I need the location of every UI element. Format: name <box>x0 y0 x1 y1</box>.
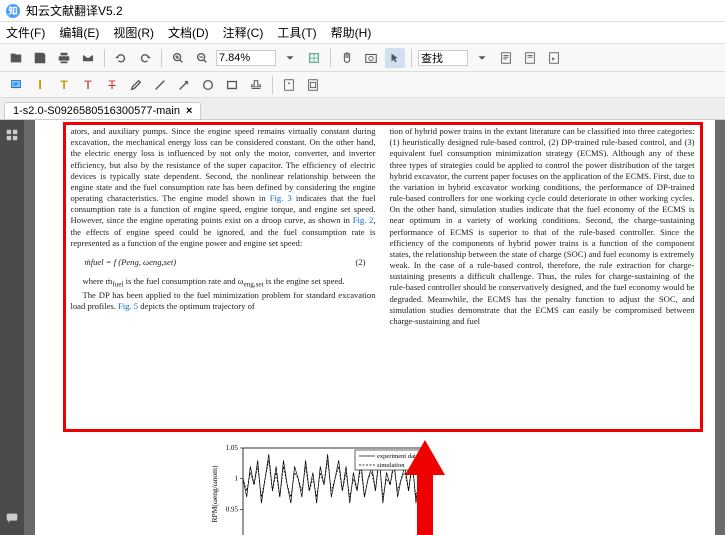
app-icon: 知 <box>6 4 20 18</box>
separator <box>330 49 331 67</box>
print-button[interactable] <box>54 48 74 68</box>
menubar: 文件(F) 编辑(E) 视图(R) 文档(D) 注释(C) 工具(T) 帮助(H… <box>0 22 725 44</box>
menu-help[interactable]: 帮助(H) <box>331 24 372 41</box>
menu-view[interactable]: 视图(R) <box>113 24 154 41</box>
document-tab[interactable]: 1-s2.0-S0926580516300577-main × <box>4 102 201 119</box>
separator <box>104 49 105 67</box>
fig5-link[interactable]: Fig. 5 <box>118 301 138 311</box>
snapshot-button[interactable] <box>361 48 381 68</box>
menu-file[interactable]: 文件(F) <box>6 24 45 41</box>
body-text: is the fuel consumption rate and ω <box>123 276 243 286</box>
separator <box>411 49 412 67</box>
tab-close-button[interactable]: × <box>186 105 192 117</box>
save-button[interactable] <box>30 48 50 68</box>
annotation-arrow <box>405 440 445 535</box>
menu-edit[interactable]: 编辑(E) <box>59 24 99 41</box>
body-text: where ṁ <box>83 276 113 286</box>
body-text: is the engine set speed. <box>264 276 345 286</box>
page-prev-button[interactable] <box>496 48 516 68</box>
svg-text:1.05: 1.05 <box>225 444 238 452</box>
body-text: depicts the optimum trajectory of <box>138 301 255 311</box>
line-tool-button[interactable] <box>150 75 170 95</box>
separator <box>161 49 162 67</box>
strikeout-button[interactable]: T <box>102 75 122 95</box>
subscript: eng,set <box>243 281 263 289</box>
left-column: ators, and auxiliary pumps. Since the en… <box>71 126 376 327</box>
document-area[interactable]: ators, and auxiliary pumps. Since the en… <box>24 120 725 535</box>
open-button[interactable] <box>6 48 26 68</box>
body-text: ators, and auxiliary pumps. Since the en… <box>71 126 376 203</box>
zoom-out-button[interactable] <box>192 48 212 68</box>
menu-tools[interactable]: 工具(T) <box>277 24 316 41</box>
svg-text:0.95: 0.95 <box>225 505 238 513</box>
equation-line: ṁfuel = f (Peng, ωeng,set) (2) <box>71 257 376 268</box>
zoom-dropdown-button[interactable] <box>280 48 300 68</box>
sidebar <box>0 120 24 535</box>
zoom-in-button[interactable] <box>168 48 188 68</box>
arrow-tool-button[interactable] <box>174 75 194 95</box>
goto-page-button[interactable] <box>544 48 564 68</box>
body-text: tion of hybrid power trains in the extan… <box>390 126 695 326</box>
circle-tool-button[interactable] <box>198 75 218 95</box>
email-button[interactable] <box>78 48 98 68</box>
fig3-link[interactable]: Fig. 3 <box>270 193 292 203</box>
hand-tool-button[interactable] <box>337 48 357 68</box>
note-tool-button[interactable] <box>6 75 26 95</box>
separator <box>272 76 273 94</box>
zoom-select[interactable] <box>216 50 276 66</box>
svg-text:RPM(ωeng/ωnom): RPM(ωeng/ωnom) <box>210 465 219 522</box>
rotate-left-button[interactable] <box>111 48 131 68</box>
text-select-button[interactable]: I <box>30 75 50 95</box>
svg-text:simulation: simulation <box>377 462 405 469</box>
page-next-button[interactable] <box>520 48 540 68</box>
tabbar: 1-s2.0-S0926580516300577-main × <box>0 98 725 120</box>
menu-annotate[interactable]: 注释(C) <box>223 24 264 41</box>
select-tool-button[interactable] <box>385 48 405 68</box>
titlebar: 知 知云文献翻译V5.2 <box>0 0 725 22</box>
comments-button[interactable] <box>3 509 21 527</box>
pencil-tool-button[interactable] <box>126 75 146 95</box>
text-tool-button[interactable]: T <box>78 75 98 95</box>
equation-number: (2) <box>355 257 365 268</box>
app-title: 知云文献翻译V5.2 <box>26 2 123 19</box>
fig2-link[interactable]: Fig. 2 <box>353 215 374 225</box>
toolbar-main <box>0 44 725 72</box>
thumbnails-button[interactable] <box>3 126 21 144</box>
rect-tool-button[interactable] <box>222 75 242 95</box>
attach-button[interactable] <box>279 75 299 95</box>
equation: ṁfuel = f (Peng, ωeng,set) <box>85 257 177 268</box>
tab-label: 1-s2.0-S0926580516300577-main <box>13 105 180 117</box>
workspace: ators, and auxiliary pumps. Since the en… <box>0 120 725 535</box>
highlight-button[interactable]: T <box>54 75 74 95</box>
pdf-page: ators, and auxiliary pumps. Since the en… <box>35 120 715 535</box>
engine-speed-chart: 00.20.40.60.810.90.9511.05experiment dat… <box>205 440 435 535</box>
fit-page-button[interactable] <box>304 48 324 68</box>
menu-document[interactable]: 文档(D) <box>168 24 209 41</box>
rotate-right-button[interactable] <box>135 48 155 68</box>
stamp-tool-button[interactable] <box>246 75 266 95</box>
right-column: tion of hybrid power trains in the extan… <box>390 126 695 327</box>
toolbar-annotate: I T T T <box>0 72 725 98</box>
link-button[interactable] <box>303 75 323 95</box>
svg-text:1: 1 <box>234 475 238 483</box>
search-select[interactable] <box>418 50 468 66</box>
subscript: fuel <box>112 281 123 289</box>
text-columns: ators, and auxiliary pumps. Since the en… <box>71 126 695 327</box>
search-dropdown-button[interactable] <box>472 48 492 68</box>
